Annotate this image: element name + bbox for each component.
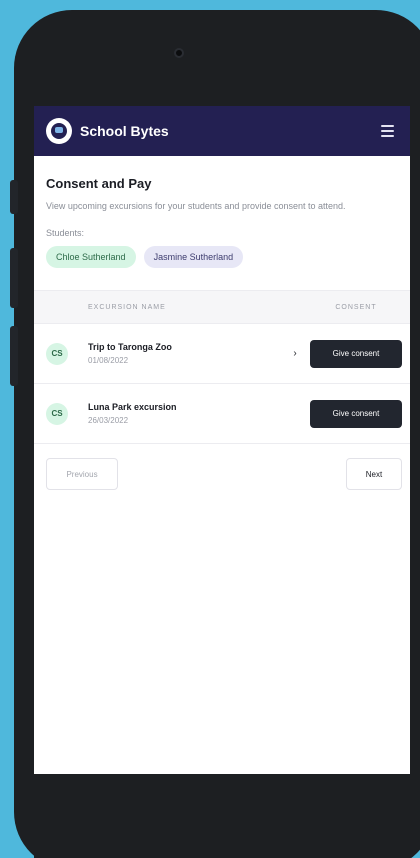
give-consent-button[interactable]: Give consent xyxy=(310,399,402,428)
avatar: CS xyxy=(46,342,68,365)
excursion-title: Luna Park excursion xyxy=(88,402,177,412)
chevron-right-icon[interactable]: › xyxy=(280,348,310,359)
excursion-title: Trip to Taronga Zoo xyxy=(88,342,172,352)
page-title: Consent and Pay xyxy=(46,176,152,191)
student-chip-chloe[interactable]: Chloe Sutherland xyxy=(46,246,136,268)
app-screen: School Bytes Consent and Pay View upcomi… xyxy=(34,106,410,774)
previous-page-button[interactable]: Previous xyxy=(46,458,118,490)
column-header-excursion-name: Excursion name xyxy=(88,303,166,311)
phone-notch xyxy=(14,10,420,110)
excursions-table: Excursion name Consent CS Trip to Tarong… xyxy=(34,290,410,444)
avatar: CS xyxy=(46,402,68,425)
table-row[interactable]: CS Luna Park excursion 26/03/2022 Give c… xyxy=(34,384,410,444)
column-header-consent: Consent xyxy=(335,303,377,311)
pagination: Previous Next xyxy=(34,458,410,490)
app-header: School Bytes xyxy=(34,106,410,156)
school-bytes-logo-icon xyxy=(46,118,72,144)
phone-bottom-bezel xyxy=(34,774,410,858)
page-description: View upcoming excursions for your studen… xyxy=(46,201,346,211)
next-page-button[interactable]: Next xyxy=(346,458,402,490)
students-label: Students: xyxy=(46,228,85,238)
phone-volume-up xyxy=(10,248,18,308)
excursion-date: 26/03/2022 xyxy=(88,416,129,425)
student-chip-jasmine[interactable]: Jasmine Sutherland xyxy=(143,246,244,268)
main-content: Consent and Pay View upcoming excursions… xyxy=(34,156,410,268)
brand-name: School Bytes xyxy=(80,123,169,139)
table-header: Excursion name Consent xyxy=(34,290,410,324)
hamburger-menu-icon[interactable] xyxy=(376,120,398,142)
table-row[interactable]: CS Trip to Taronga Zoo 01/08/2022 › Give… xyxy=(34,324,410,384)
give-consent-button[interactable]: Give consent xyxy=(310,339,402,368)
excursion-date: 01/08/2022 xyxy=(88,356,129,365)
excursion-info: Luna Park excursion 26/03/2022 xyxy=(88,402,280,425)
front-camera xyxy=(174,48,184,58)
phone-volume-down xyxy=(10,326,18,386)
brand[interactable]: School Bytes xyxy=(46,118,169,144)
excursion-info: Trip to Taronga Zoo 01/08/2022 xyxy=(88,342,280,365)
phone-mute-switch xyxy=(10,180,18,214)
student-chips: Chloe Sutherland Jasmine Sutherland xyxy=(46,246,398,268)
